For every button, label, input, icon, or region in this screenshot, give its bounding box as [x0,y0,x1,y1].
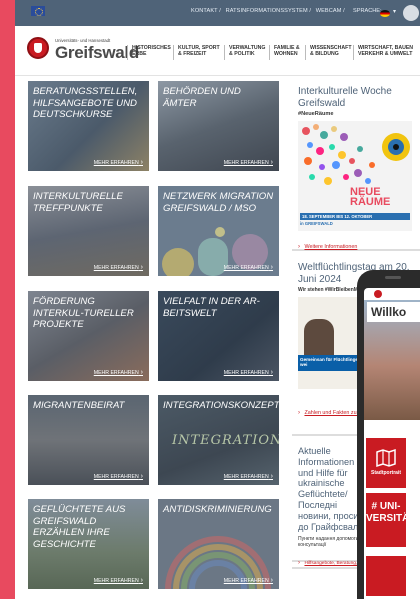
tile-title: BERATUNGSSTELLEN, HILFSANGEBOTE UND DEUT… [33,86,138,120]
arrow-right-icon: › [298,560,300,567]
nav-item-wissenschaft[interactable]: WISSENSCHAFT & BILDUNG [305,45,352,60]
app-logo-icon [374,290,382,298]
search-button[interactable] [403,5,419,21]
sidebar-box-interkulturelle-woche: Interkulturelle Woche Greifswald #NeueRä… [292,81,420,251]
universitaet-tile[interactable]: # UNI-VERSITÄT [366,493,415,547]
nav-label: & FREIZEIT [178,51,207,58]
nav-label: WOHNEN [274,51,298,58]
sidebar-box-title: Interkulturelle Woche Greifswald [298,86,392,109]
app-tile-third[interactable] [366,556,406,596]
top-link-webcam[interactable]: WEBCAM / [316,8,345,14]
eu-flag-icon [31,6,45,16]
tile-more-link[interactable]: MEHR ERFAHREN [94,369,143,376]
map-icon [376,448,396,468]
tile-more-link[interactable]: MEHR ERFAHREN [224,473,273,480]
tile-more-link[interactable]: MEHR ERFAHREN [224,577,273,584]
tile-title: MIGRANTENBEIRAT [33,400,125,411]
sidebar-link-row: › Weitere Informationen [298,235,414,253]
tile-beratung[interactable]: BERATUNGSSTELLEN, HILFSANGEBOTE UND DEUT… [28,81,149,171]
tile-title: GEFLÜCHTETE AUS GREIFSWALD ERZÄHLEN IHRE… [33,504,126,550]
poster-dates: 18. SEPTEMBER BIS 12. OKTOBER [300,213,410,220]
weitere-informationen-link[interactable]: Weitere Informationen [304,244,357,250]
stadtportrait-tile[interactable]: Stadtportrait [366,438,406,488]
smartphone-mockup: Willko Stadtportrait # UNI-VERSITÄT ⌂ [357,270,420,599]
nav-label: ERBE [132,51,147,58]
header: Universitäts- und Hansestadt Greifswald … [15,26,420,76]
tile-more-link[interactable]: MEHR ERFAHREN [224,264,273,271]
tile-more-link[interactable]: MEHR ERFAHREN [94,159,143,166]
tile-vielfalt[interactable]: VIELFALT IN DER AR-BEITSWELT MEHR ERFAHR… [158,291,279,381]
tile-treffpunkte[interactable]: INTERKULTURELLE TREFFPUNKTE MEHR ERFAHRE… [28,186,149,276]
hashtag: #NeueRäume [298,111,334,117]
person-figure [304,319,334,359]
tile-integrationskonzept[interactable]: INTEGRATION INTEGRATIONSKONZEPT MEHR ERF… [158,395,279,485]
phone-welcome-text: Willko [367,302,420,322]
nav-item-familie[interactable]: FAMILIE & WOHNEN [269,45,300,60]
tile-title: INTEGRATIONSKONZEPT [163,400,279,411]
tile-netzwerk[interactable]: NETZWERK MIGRATION GREIFSWALD / MSO MEHR… [158,186,279,276]
city-crest-logo[interactable] [27,37,49,59]
phone-screen: Willko Stadtportrait # UNI-VERSITÄT ⌂ [364,288,420,599]
tile-foerderung[interactable]: FÖRDERUNG INTERKUL-TURELLER PROJEKTE MEH… [28,291,149,381]
tile-migrantenbeirat[interactable]: MIGRANTENBEIRAT MEHR ERFAHREN [28,395,149,485]
top-links: KONTAKT / RATSINFORMATIONSSYSTEM / WEBCA… [191,8,348,14]
nav-item-wirtschaft[interactable]: WIRTSCHAFT, BAUEN VERKEHR & UMWELT [353,45,413,60]
nav-item-kultur[interactable]: KULTUR, SPORT & FREIZEIT [173,45,220,60]
tile-gefluechtete[interactable]: GEFLÜCHTETE AUS GREIFSWALD ERZÄHLEN IHRE… [28,499,149,589]
top-link-kontakt[interactable]: KONTAKT / [191,8,221,14]
tile-title: FÖRDERUNG INTERKUL-TURELLER PROJEKTE [33,296,134,330]
tile-title: BEHÖRDEN UND ÄMTER [163,86,241,109]
tile-more-link[interactable]: MEHR ERFAHREN [94,264,143,271]
nav-label: & BILDUNG [310,51,339,58]
tile-more-link[interactable]: MEHR ERFAHREN [224,159,273,166]
tile-title: ANTIDISKRIMINIERUNG [163,504,272,515]
poster-title: NEUE RÄUME [350,186,391,208]
tile-antidiskriminierung[interactable]: ANTIDISKRIMINIERUNG MEHR ERFAHREN [158,499,279,589]
tile-behoerden[interactable]: BEHÖRDEN UND ÄMTER MEHR ERFAHREN [158,81,279,171]
arrow-right-icon: › [298,410,300,416]
tile-more-link[interactable]: MEHR ERFAHREN [94,473,143,480]
tile-label: Stadtportrait [371,470,401,476]
arrow-right-icon: › [298,244,300,250]
tile-more-link[interactable]: MEHR ERFAHREN [94,577,143,584]
phone-speaker [385,276,401,279]
language-label: SPRACHE: [353,8,382,14]
nav-label: & POLITIK [229,51,255,58]
tile-title: INTERKULTURELLE TREFFPUNKTE [33,191,123,214]
poster-place: in GREIFSWALD [300,221,333,226]
tile-more-link[interactable]: MEHR ERFAHREN [224,369,273,376]
german-flag-icon[interactable] [380,10,390,17]
tile-title: VIELFALT IN DER AR-BEITSWELT [163,296,260,319]
nav-item-verwaltung[interactable]: VERWALTUNG & POLITIK [224,45,265,60]
nav-label: VERKEHR & UMWELT [358,51,413,58]
nav-item-erbe[interactable]: HISTORISCHES ERBE [127,45,171,60]
top-link-ratsinfo[interactable]: RATSINFORMATIONSSYSTEM / [226,8,311,14]
chalk-integration-text: INTEGRATION [172,433,279,448]
chevron-down-icon[interactable]: ▾ [393,8,396,15]
woche-poster[interactable]: NEUE RÄUME 18. SEPTEMBER BIS 12. OKTOBER… [298,121,412,231]
top-bar: KONTAKT / RATSINFORMATIONSSYSTEM / WEBCA… [15,0,420,26]
tile-title: NETZWERK MIGRATION GREIFSWALD / MSO [163,191,274,214]
